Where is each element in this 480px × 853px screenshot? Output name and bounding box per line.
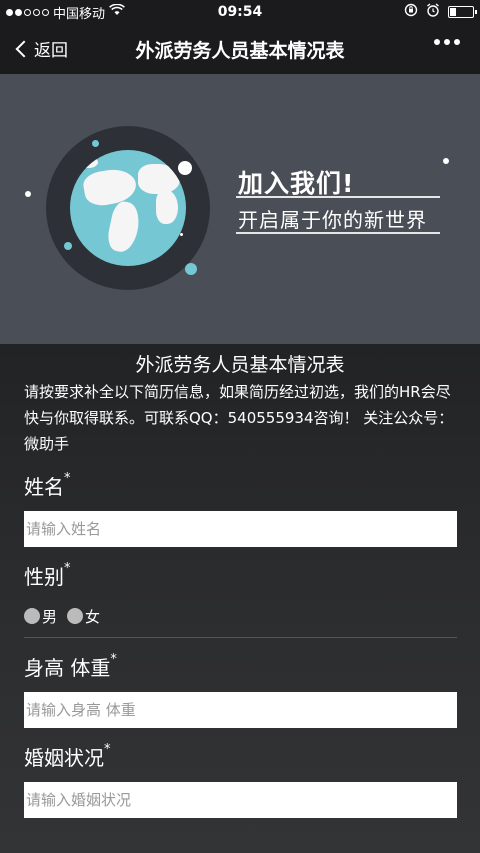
- signal-icon: [6, 8, 49, 16]
- back-label: 返回: [34, 41, 68, 61]
- banner-divider: [236, 232, 440, 234]
- sparkle-decoration: [443, 158, 449, 164]
- status-time: 09:54: [217, 4, 263, 20]
- gender-label: 性别*: [24, 561, 71, 589]
- more-menu-button[interactable]: [434, 39, 460, 45]
- height-weight-label: 身高 体重*: [24, 652, 117, 680]
- globe-icon: [70, 150, 186, 266]
- radio-circle-icon: [67, 608, 84, 624]
- form-area: 外派劳务人员基本情况表 请按要求补全以下简历信息，如果简历经过初选，我们的HR会…: [0, 344, 480, 853]
- form-description: 请按要求补全以下简历信息，如果简历经过初选，我们的HR会尽快与你取得联系。可联系…: [24, 383, 454, 453]
- banner-headline: 加入我们!: [238, 169, 355, 198]
- sparkle-decoration: [64, 242, 72, 250]
- more-dot-icon: [434, 39, 440, 45]
- sparkle-decoration: [25, 191, 31, 197]
- required-mark: *: [64, 471, 71, 486]
- banner-divider: [236, 196, 440, 198]
- marital-label: 婚姻状况*: [24, 742, 111, 770]
- gender-radio-female[interactable]: 女: [67, 606, 100, 627]
- name-label: 姓名*: [24, 471, 71, 499]
- divider: [24, 637, 457, 638]
- nav-bar: 返回 外派劳务人员基本情况表: [0, 24, 480, 74]
- height-weight-input[interactable]: 请输入身高 体重: [24, 692, 457, 728]
- radio-circle-icon: [24, 608, 40, 624]
- chevron-left-icon: [15, 40, 33, 57]
- carrier-label: 中国移动: [53, 6, 106, 22]
- status-left: 中国移动: [6, 3, 166, 22]
- battery-icon: [448, 6, 477, 18]
- alarm-icon: [426, 3, 440, 21]
- orientation-lock-icon: [404, 3, 418, 21]
- required-mark: *: [64, 561, 71, 576]
- back-button[interactable]: 返回: [14, 36, 68, 61]
- marital-input[interactable]: 请输入婚姻状况: [24, 782, 457, 818]
- page-title: 外派劳务人员基本情况表: [135, 39, 345, 62]
- gender-radio-group: 男 女: [24, 601, 456, 631]
- status-bar: 中国移动 09:54: [0, 0, 480, 24]
- form-title: 外派劳务人员基本情况表: [135, 354, 345, 376]
- sparkle-decoration: [180, 233, 183, 236]
- sparkle-decoration: [185, 263, 197, 275]
- required-mark: *: [110, 652, 117, 667]
- sparkle-decoration: [178, 161, 192, 175]
- sparkle-decoration: [92, 140, 99, 147]
- status-right: [314, 3, 477, 21]
- more-dot-icon: [454, 39, 460, 45]
- more-dot-icon: [444, 39, 450, 45]
- name-input[interactable]: 请输入姓名: [24, 511, 457, 547]
- banner: 加入我们! 开启属于你的新世界: [0, 74, 480, 344]
- gender-radio-male[interactable]: 男: [24, 606, 57, 627]
- required-mark: *: [104, 742, 111, 757]
- wifi-icon: [109, 3, 125, 20]
- banner-subline: 开启属于你的新世界: [238, 208, 427, 232]
